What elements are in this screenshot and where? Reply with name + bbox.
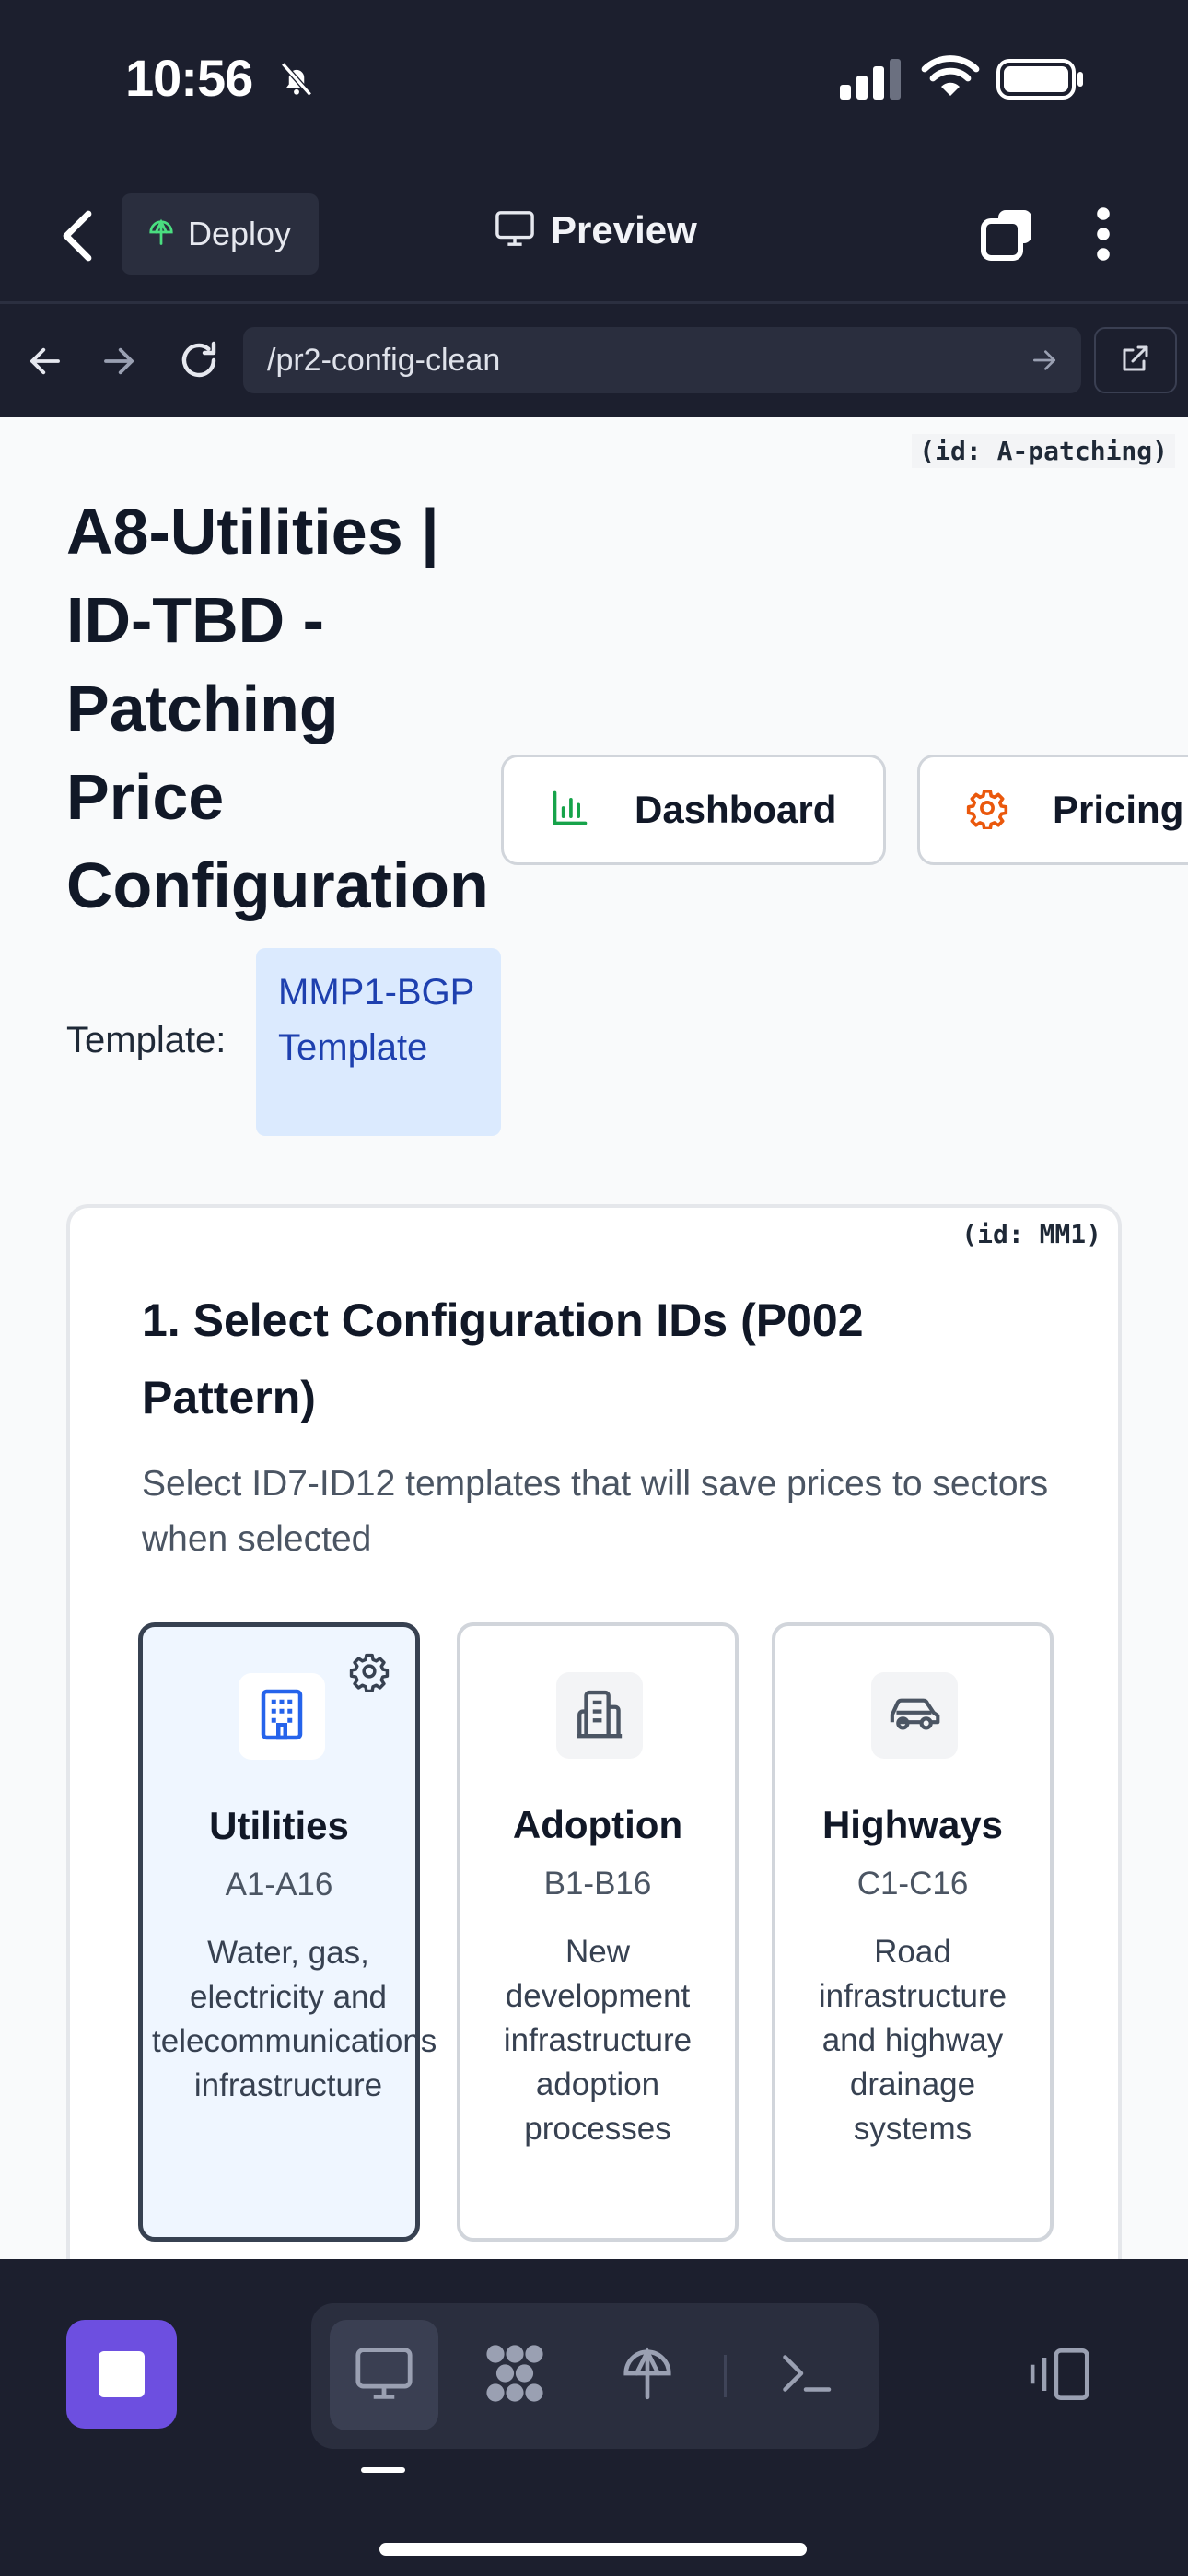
option-icon-box xyxy=(556,1672,643,1759)
dashboard-label: Dashboard xyxy=(635,788,837,831)
mode-switcher xyxy=(311,2303,879,2449)
section-id-tag: (id: MM1) xyxy=(961,1219,1101,1249)
mode-divider xyxy=(724,2355,727,2397)
preview-label: Preview xyxy=(551,208,697,252)
option-icon-box xyxy=(239,1673,325,1760)
deploy-icon xyxy=(619,2343,676,2408)
home-indicator xyxy=(379,2543,807,2556)
pricing-label: Pricing xyxy=(1053,788,1184,831)
deploy-button[interactable]: Deploy xyxy=(122,193,319,275)
option-name: Adoption xyxy=(512,1803,683,1846)
option-description: Water, gas, electricity and telecommunic… xyxy=(152,1935,437,2103)
option-description: Road infrastructure and highway drainage… xyxy=(818,1934,1007,2147)
desktop-mode-button[interactable] xyxy=(330,2320,438,2430)
open-external-button[interactable] xyxy=(1094,327,1177,393)
dashboard-button[interactable]: Dashboard xyxy=(501,755,886,865)
option-range: B1-B16 xyxy=(543,1866,652,1902)
desktop-icon xyxy=(353,2345,415,2406)
status-bar: 10:56 xyxy=(0,0,1188,166)
web-content: (id: A-patching) A8-Utilities | ID-TBD -… xyxy=(0,417,1188,2259)
pricing-button[interactable]: Pricing xyxy=(917,755,1188,865)
option-card-highways[interactable]: Highways C1-C16 Road infrastructure and … xyxy=(772,1622,1054,2242)
section-description: Select ID7-ID12 templates that will save… xyxy=(142,1464,1049,1559)
back-icon[interactable] xyxy=(55,206,101,265)
grid-icon xyxy=(480,2340,550,2411)
car-icon xyxy=(887,1692,942,1739)
tabs-icon[interactable] xyxy=(978,205,1037,268)
monitor-icon xyxy=(494,209,536,252)
building-icon xyxy=(258,1687,306,1747)
terminal-mode-button[interactable] xyxy=(751,2320,860,2430)
gear-icon xyxy=(966,787,1008,834)
arrow-left-icon[interactable] xyxy=(26,342,64,385)
signal-icon xyxy=(840,59,901,104)
option-description: New development infrastructure adoption … xyxy=(503,1934,693,2147)
deploy-label: Deploy xyxy=(188,215,292,252)
option-name: Highways xyxy=(821,1803,1004,1846)
page-id-tag: (id: A-patching) xyxy=(912,434,1175,468)
browser-bar: /pr2-config-clean xyxy=(0,307,1188,417)
option-name: Utilities xyxy=(209,1804,349,1847)
gear-icon[interactable] xyxy=(349,1651,390,1696)
app-header: Deploy Preview xyxy=(0,166,1188,304)
page-title: A8-Utilities | ID-TBD - Patching Price C… xyxy=(66,496,489,921)
reload-icon[interactable] xyxy=(177,338,221,387)
preview-title: Preview xyxy=(494,208,697,252)
template-label: Template: xyxy=(66,1020,227,1060)
deploy-icon xyxy=(147,218,175,251)
config-section-card: (id: MM1) 1. Select Configuration IDs (P… xyxy=(66,1204,1122,2259)
battery-icon xyxy=(996,59,1085,104)
option-range: C1-C16 xyxy=(856,1866,969,1902)
option-range: A1-A16 xyxy=(225,1867,333,1903)
bottom-toolbar xyxy=(0,2259,1188,2576)
status-time: 10:56 xyxy=(125,49,253,107)
side-panel-icon[interactable] xyxy=(1028,2346,1094,2407)
external-link-icon xyxy=(1119,342,1152,380)
section-title: 1. Select Configuration IDs (P002 Patter… xyxy=(142,1294,864,1423)
stop-icon xyxy=(99,2351,145,2397)
wifi-icon xyxy=(921,55,980,104)
option-card-adoption[interactable]: Adoption B1-B16 New development infrastr… xyxy=(457,1622,739,2242)
stop-button[interactable] xyxy=(66,2320,177,2429)
bell-slash-icon xyxy=(276,59,317,104)
url-field[interactable]: /pr2-config-clean xyxy=(243,327,1081,393)
arrow-right-icon[interactable] xyxy=(99,342,138,385)
deploy-mode-button[interactable] xyxy=(593,2320,702,2430)
more-vertical-icon[interactable] xyxy=(1092,205,1114,268)
terminal-icon xyxy=(778,2350,833,2401)
url-text: /pr2-config-clean xyxy=(267,342,501,378)
bar-chart-icon xyxy=(550,788,590,833)
template-badge: MMP1-BGP Template xyxy=(256,948,501,1136)
option-icon-box xyxy=(871,1672,958,1759)
go-arrow-icon[interactable] xyxy=(1030,345,1059,380)
grid-mode-button[interactable] xyxy=(460,2320,569,2430)
option-card-utilities[interactable]: Utilities A1-A16 Water, gas, electricity… xyxy=(138,1622,437,2242)
active-mode-indicator xyxy=(361,2467,405,2473)
document-building-icon xyxy=(573,1687,626,1745)
